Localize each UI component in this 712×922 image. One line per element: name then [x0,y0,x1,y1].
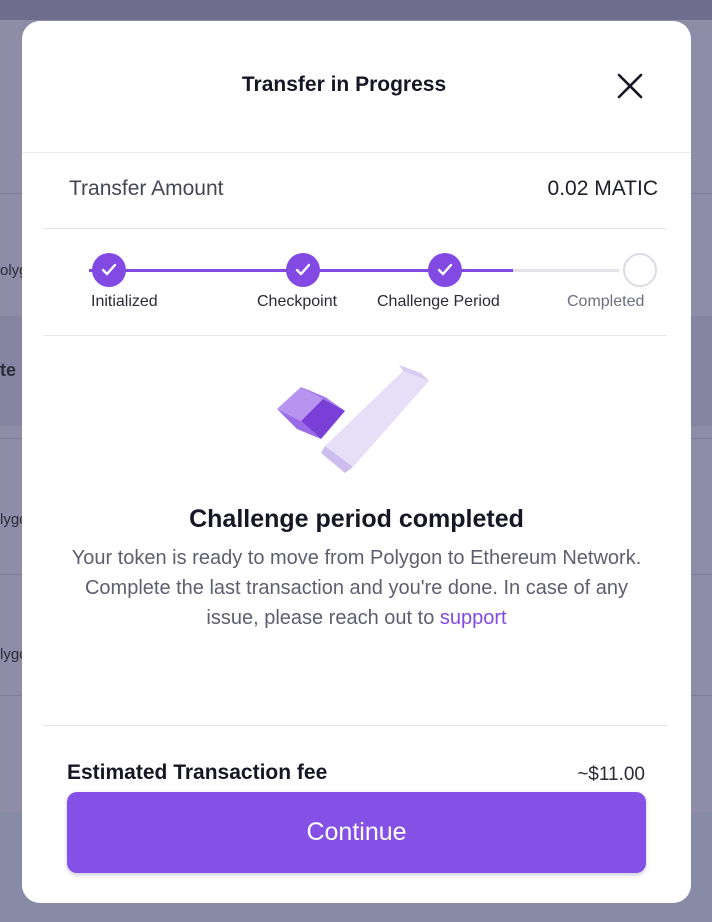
transfer-amount-value: 0.02 MATIC [547,177,658,200]
step-label-initialized: Initialized [91,293,158,310]
fee-label: Estimated Transaction fee [67,761,328,784]
checkmark-illustration-icon [275,351,435,476]
background-row-text: te [0,360,17,380]
step-label-checkpoint: Checkpoint [257,293,338,310]
support-link[interactable]: support [440,607,507,629]
background-header [0,0,712,20]
fee-divider [44,725,667,726]
step-label-completed: Completed [567,293,645,310]
modal-header: Transfer in Progress [22,21,691,153]
fee-value: ~$11.00 [577,764,645,785]
step-label-challenge-period: Challenge Period [377,293,500,310]
continue-button[interactable]: Continue [67,792,646,873]
check-icon [101,263,117,276]
transfer-amount-row: Transfer Amount 0.02 MATIC [44,153,667,229]
step-checkpoint-dot [286,253,320,287]
step-initialized-dot [92,253,126,287]
status-message-text: Your token is ready to move from Polygon… [71,547,642,629]
step-completed-dot [623,253,657,287]
step-challenge-period-dot [428,253,462,287]
progress-stepper: Initialized Checkpoint Challenge Period … [44,229,667,336]
transfer-amount-label: Transfer Amount [69,177,224,200]
status-message: Your token is ready to move from Polygon… [68,543,645,633]
check-icon [295,263,311,276]
modal-title: Transfer in Progress [241,73,447,96]
close-button[interactable] [614,71,646,101]
check-icon [437,263,453,276]
transfer-progress-modal: Transfer in Progress Transfer Amount 0.0… [22,21,691,903]
status-title: Challenge period completed [189,505,524,533]
close-icon [617,73,643,99]
